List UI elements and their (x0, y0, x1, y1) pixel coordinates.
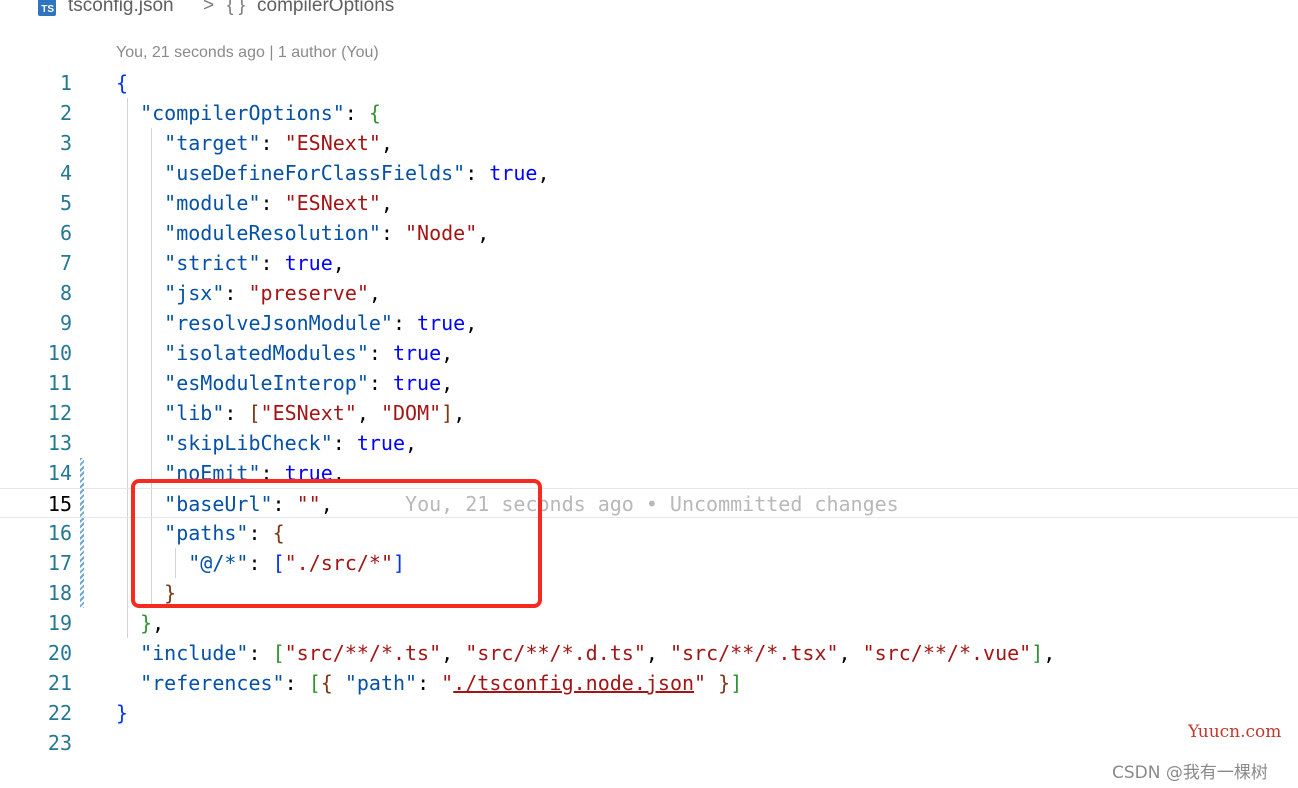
object-symbol-icon: { } (227, 0, 245, 16)
breadcrumb-symbol[interactable]: compilerOptions (257, 0, 394, 17)
code-line: 21 "references": [{ "path": "./tsconfig.… (47, 671, 743, 695)
code-line: 19 }, (47, 611, 165, 635)
code-line: 10 "isolatedModules": true, (47, 341, 454, 365)
code-line: 23 (47, 731, 72, 755)
code-line: 5 "module": "ESNext", (59, 191, 393, 215)
author-watermark: CSDN @我有一棵树 (1112, 763, 1268, 783)
breadcrumb: TS tsconfig.json > { } compilerOptions (0, 0, 1298, 24)
code-line: 8 "jsx": "preserve", (59, 281, 381, 305)
breadcrumb-file[interactable]: tsconfig.json (68, 0, 174, 17)
code-line: 12 "lib": ["ESNext", "DOM"], (47, 401, 466, 425)
code-line: 13 "skipLibCheck": true, (47, 431, 418, 455)
code-line: 2 "compilerOptions": { (59, 101, 381, 125)
site-watermark: Yuucn.com (1188, 722, 1282, 742)
code-line: 1{ (59, 71, 129, 95)
code-line: 4 "useDefineForClassFields": true, (59, 161, 550, 185)
typescript-file-icon: TS (38, 0, 56, 16)
code-line: 3 "target": "ESNext", (59, 131, 393, 155)
chevron-right-icon: > (203, 0, 215, 16)
codelens-blame[interactable]: You, 21 seconds ago | 1 author (You) (116, 44, 379, 62)
code-line: 7 "strict": true, (59, 251, 345, 275)
code-line: 22} (47, 701, 129, 725)
code-line: 9 "resolveJsonModule": true, (59, 311, 478, 335)
code-line: 11 "esModuleInterop": true, (47, 371, 454, 395)
file-link[interactable]: ./tsconfig.node.json (453, 671, 694, 695)
code-line: 6 "moduleResolution": "Node", (59, 221, 490, 245)
code-line: 20 "include": ["src/**/*.ts", "src/**/*.… (47, 641, 1056, 665)
red-annotation-box (131, 479, 542, 608)
